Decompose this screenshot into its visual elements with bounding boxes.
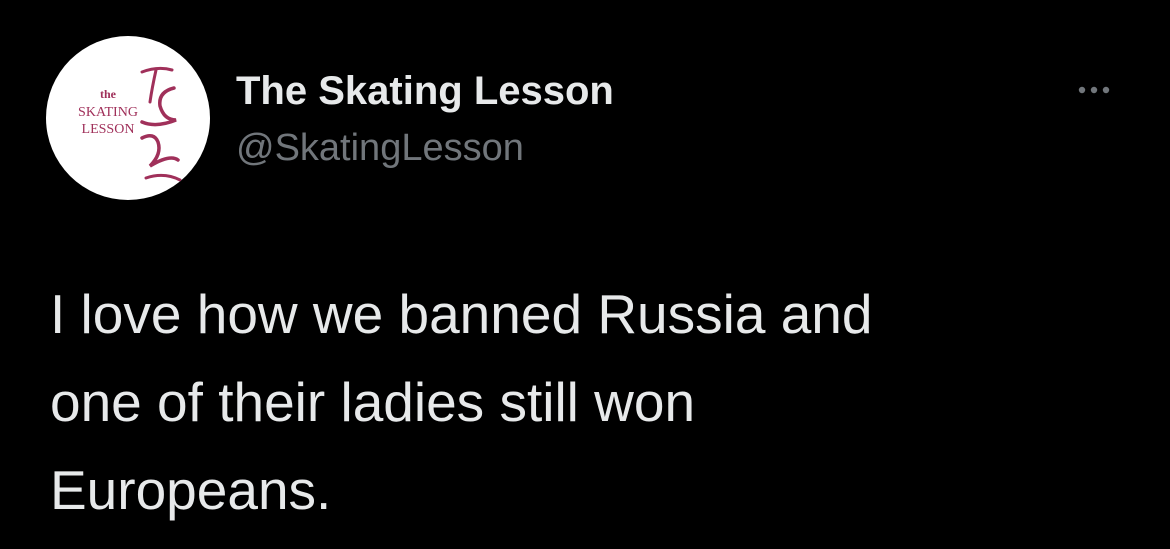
skating-lesson-logo-icon: the SKATING LESSON xyxy=(78,66,182,182)
tweet: the SKATING LESSON The Skating Lesson @S… xyxy=(0,0,1170,549)
tweet-text-line: Europeans. xyxy=(50,459,332,521)
tweet-text-line: I love how we banned Russia and xyxy=(50,283,873,345)
more-horizontal-icon xyxy=(1078,86,1110,94)
avatar[interactable]: the SKATING LESSON xyxy=(46,36,210,200)
svg-text:the: the xyxy=(100,87,117,101)
tweet-text: I love how we banned Russia and one of t… xyxy=(50,270,1130,534)
svg-text:SKATING: SKATING xyxy=(78,105,138,120)
more-options-button[interactable] xyxy=(1070,74,1118,106)
svg-text:LESSON: LESSON xyxy=(82,122,135,137)
tweet-text-line: one of their ladies still won xyxy=(50,371,696,433)
author-display-name[interactable]: The Skating Lesson xyxy=(236,66,614,116)
author-handle[interactable]: @SkatingLesson xyxy=(236,124,524,172)
